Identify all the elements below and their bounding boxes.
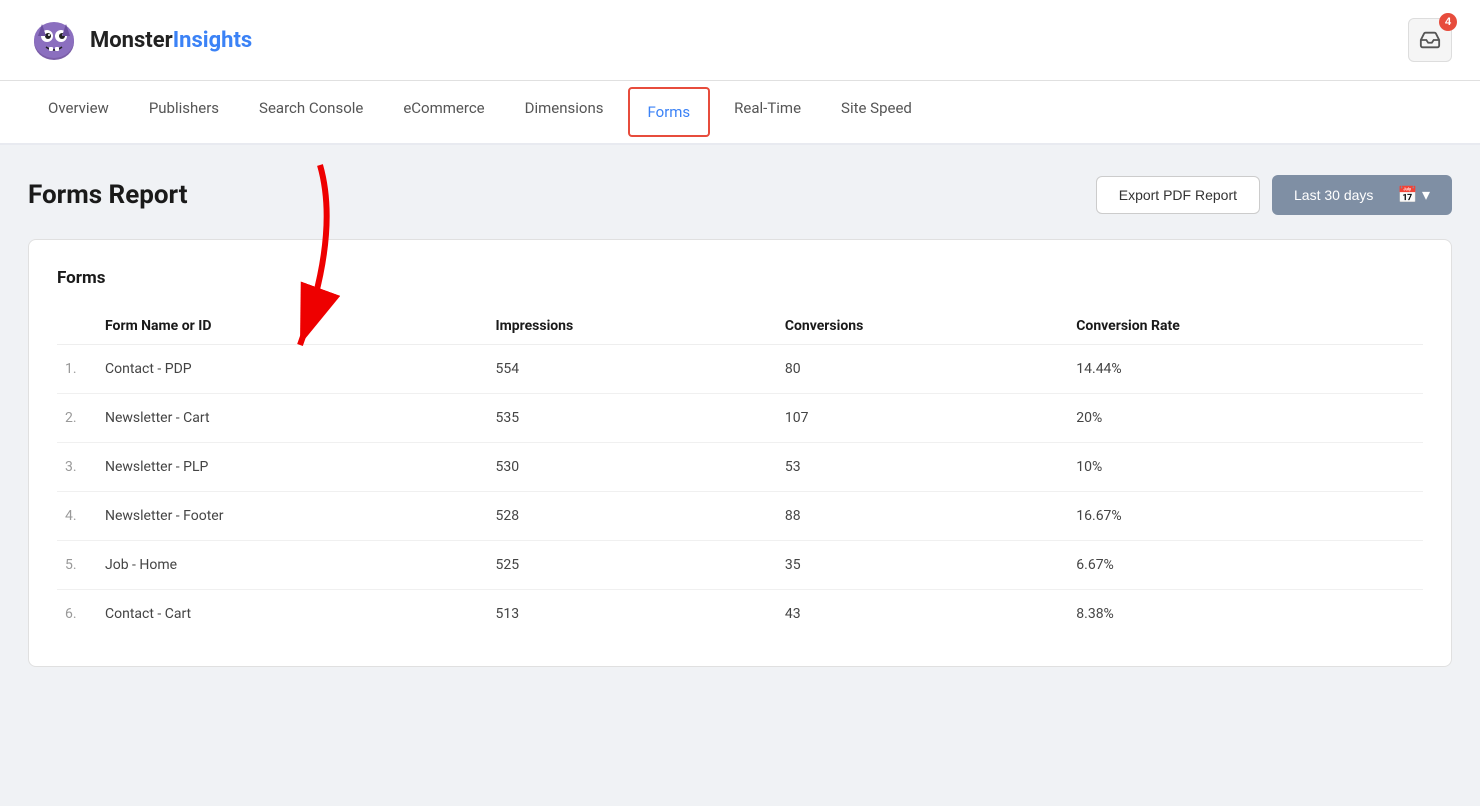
table-card: Forms Form Name or ID Impressions Conver… [28,239,1452,667]
brand-name: MonsterInsights [90,28,252,53]
conversion-rate-value: 6.67% [1060,541,1423,590]
table-row: 5. Job - Home 525 35 6.67% [57,541,1423,590]
date-range-label: Last 30 days [1294,187,1373,203]
col-header-form-name: Form Name or ID [97,308,480,345]
col-header-impressions: Impressions [480,308,769,345]
conversion-rate-value: 8.38% [1060,590,1423,639]
form-name: Newsletter - PLP [97,443,480,492]
table-row: 1. Contact - PDP 554 80 14.44% [57,345,1423,394]
row-number: 4. [57,492,97,541]
calendar-icon: 📅 ▾ [1398,185,1430,205]
impressions-value: 513 [480,590,769,639]
table-header-row: Form Name or ID Impressions Conversions … [57,308,1423,345]
nav-item-ecommerce[interactable]: eCommerce [383,81,504,145]
section-title: Forms [57,268,1423,288]
nav-item-search-console[interactable]: Search Console [239,81,383,145]
conversions-value: 88 [769,492,1060,541]
forms-table: Form Name or ID Impressions Conversions … [57,308,1423,638]
nav-item-forms[interactable]: Forms [628,87,711,137]
conversions-value: 43 [769,590,1060,639]
notification-badge: 4 [1439,13,1457,31]
inbox-icon [1419,29,1441,51]
report-title: Forms Report [28,180,188,210]
logo-area: MonsterInsights [28,14,252,66]
date-range-button[interactable]: Last 30 days 📅 ▾ [1272,175,1452,215]
table-row: 6. Contact - Cart 513 43 8.38% [57,590,1423,639]
row-number: 2. [57,394,97,443]
conversion-rate-value: 10% [1060,443,1423,492]
header: MonsterInsights 4 [0,0,1480,81]
impressions-value: 535 [480,394,769,443]
col-header-conversion-rate: Conversion Rate [1060,308,1423,345]
conversions-value: 35 [769,541,1060,590]
report-actions: Export PDF Report Last 30 days 📅 ▾ [1096,175,1452,215]
impressions-value: 528 [480,492,769,541]
nav-item-dimensions[interactable]: Dimensions [505,81,624,145]
export-pdf-button[interactable]: Export PDF Report [1096,176,1260,214]
row-number: 1. [57,345,97,394]
form-name: Newsletter - Footer [97,492,480,541]
nav-item-site-speed[interactable]: Site Speed [821,81,932,145]
conversions-value: 107 [769,394,1060,443]
form-name: Job - Home [97,541,480,590]
impressions-value: 554 [480,345,769,394]
nav-bar: Overview Publishers Search Console eComm… [0,81,1480,145]
row-number: 6. [57,590,97,639]
conversions-value: 53 [769,443,1060,492]
impressions-value: 530 [480,443,769,492]
form-name: Contact - PDP [97,345,480,394]
nav-item-realtime[interactable]: Real-Time [714,81,821,145]
conversions-value: 80 [769,345,1060,394]
table-row: 2. Newsletter - Cart 535 107 20% [57,394,1423,443]
col-header-conversions: Conversions [769,308,1060,345]
conversion-rate-value: 16.67% [1060,492,1423,541]
table-row: 3. Newsletter - PLP 530 53 10% [57,443,1423,492]
table-row: 4. Newsletter - Footer 528 88 16.67% [57,492,1423,541]
row-number: 5. [57,541,97,590]
main-content: Forms Report Export PDF Report Last 30 d… [0,145,1480,697]
row-number: 3. [57,443,97,492]
notification-button[interactable]: 4 [1408,18,1452,62]
impressions-value: 525 [480,541,769,590]
nav-item-publishers[interactable]: Publishers [129,81,239,145]
monster-logo-icon [28,14,80,66]
report-header: Forms Report Export PDF Report Last 30 d… [28,175,1452,215]
col-header-num [57,308,97,345]
form-name: Contact - Cart [97,590,480,639]
conversion-rate-value: 14.44% [1060,345,1423,394]
conversion-rate-value: 20% [1060,394,1423,443]
nav-item-overview[interactable]: Overview [28,81,129,145]
form-name: Newsletter - Cart [97,394,480,443]
